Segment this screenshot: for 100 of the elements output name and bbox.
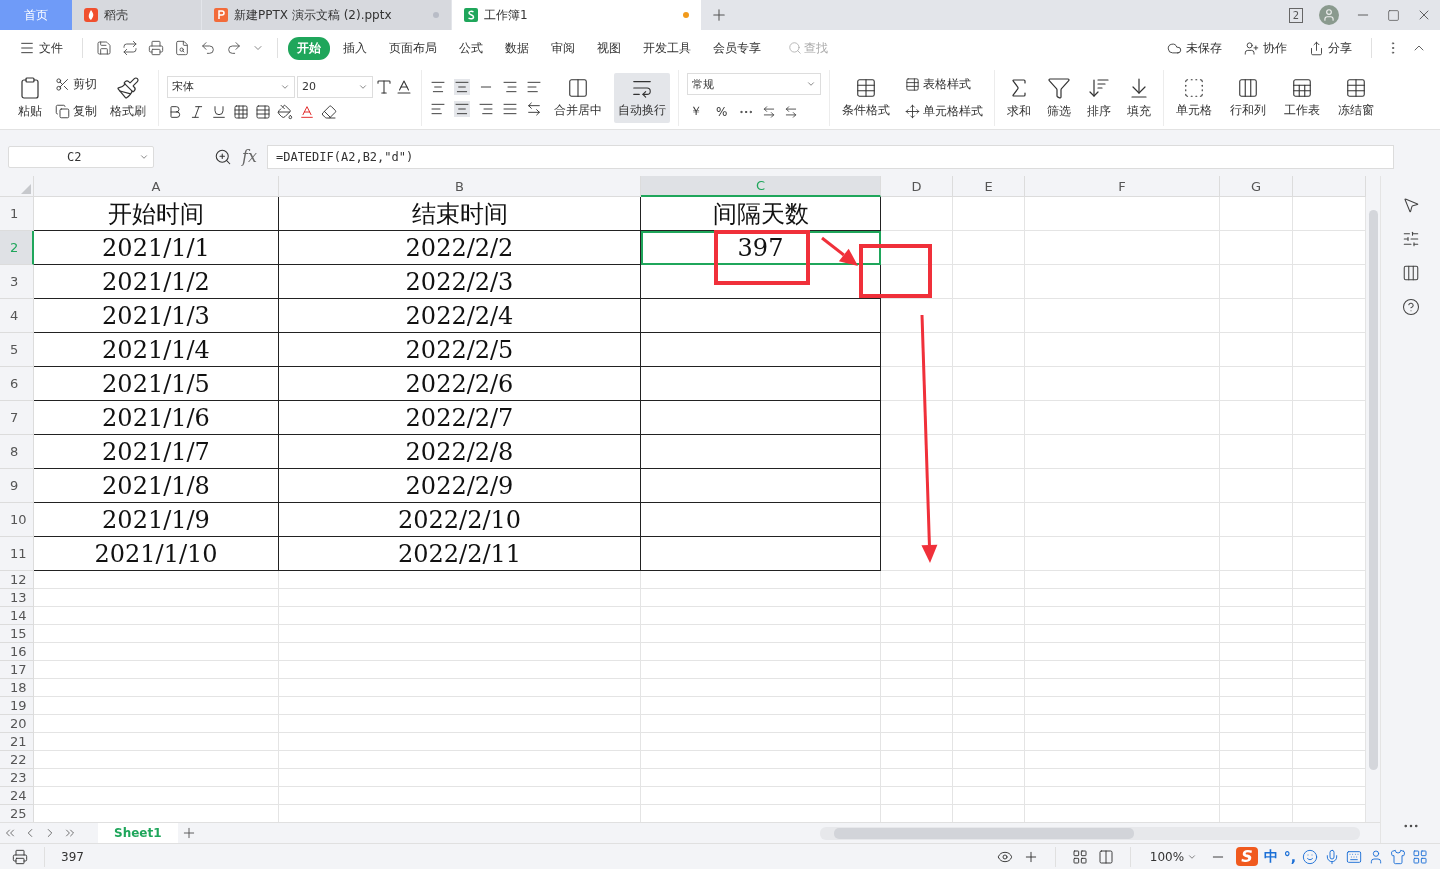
table-cell[interactable] bbox=[641, 333, 881, 367]
align-center-icon[interactable] bbox=[454, 100, 470, 117]
column-header[interactable]: A bbox=[34, 176, 279, 197]
ribbon-tab[interactable]: 会员专享 bbox=[704, 36, 770, 60]
table-cell[interactable]: 2021/1/6 bbox=[34, 401, 279, 435]
row-header[interactable]: 18 bbox=[0, 679, 34, 697]
table-cell[interactable] bbox=[641, 299, 881, 333]
wrap-text-button[interactable]: 自动换行 bbox=[614, 72, 670, 123]
row-header[interactable]: 6 bbox=[0, 367, 34, 401]
row-header[interactable]: 12 bbox=[0, 571, 34, 589]
ribbon-button[interactable]: 排序 bbox=[1083, 71, 1115, 124]
table-cell[interactable] bbox=[641, 367, 881, 401]
table-cell[interactable]: 2021/1/2 bbox=[34, 265, 279, 299]
table-cell[interactable] bbox=[641, 265, 881, 299]
row-header[interactable]: 21 bbox=[0, 733, 34, 751]
percent-button[interactable]: % bbox=[713, 102, 731, 121]
ribbon-button[interactable]: 求和 bbox=[1003, 71, 1035, 124]
merge-center-button[interactable]: 合并居中 bbox=[550, 72, 606, 123]
grow-font-icon[interactable] bbox=[375, 77, 393, 96]
select-all-corner[interactable] bbox=[0, 176, 34, 197]
loop-icon[interactable] bbox=[122, 40, 138, 56]
ribbon-tab[interactable]: 开发工具 bbox=[634, 36, 700, 60]
table-cell[interactable]: 间隔天数 bbox=[641, 197, 881, 231]
page-view-icon[interactable] bbox=[1097, 848, 1114, 865]
row-header[interactable]: 22 bbox=[0, 751, 34, 769]
ime-punctuation[interactable]: °, bbox=[1283, 848, 1296, 865]
preview-icon[interactable] bbox=[174, 40, 190, 56]
column-header[interactable]: E bbox=[953, 176, 1025, 197]
font-name-select[interactable]: 宋体 bbox=[167, 75, 295, 98]
table-cell[interactable]: 2021/1/5 bbox=[34, 367, 279, 401]
row-header[interactable]: 13 bbox=[0, 589, 34, 607]
row-header[interactable]: 14 bbox=[0, 607, 34, 625]
table-cell[interactable]: 2022/2/7 bbox=[279, 401, 641, 435]
distribute-icon[interactable] bbox=[526, 100, 542, 117]
column-header[interactable]: D bbox=[881, 176, 953, 197]
table-cell[interactable]: 2021/1/9 bbox=[34, 503, 279, 537]
window-tab[interactable]: 稻壳 bbox=[72, 0, 202, 30]
pointer-icon[interactable] bbox=[1401, 196, 1420, 214]
ribbon-tab[interactable]: 页面布局 bbox=[380, 36, 446, 60]
eraser-icon[interactable] bbox=[321, 103, 337, 120]
row-header[interactable]: 4 bbox=[0, 299, 34, 333]
cell-style-button[interactable]: 单元格样式 bbox=[902, 100, 986, 122]
table-cell[interactable]: 2022/2/8 bbox=[279, 435, 641, 469]
smile-icon[interactable] bbox=[1302, 848, 1318, 865]
row-header[interactable]: 16 bbox=[0, 643, 34, 661]
ribbon-button[interactable]: 冻结窗 bbox=[1334, 72, 1378, 123]
table-cell[interactable]: 2021/1/10 bbox=[34, 537, 279, 571]
ribbon-button[interactable]: 工作表 bbox=[1280, 72, 1324, 123]
ribbon-button[interactable]: 填充 bbox=[1123, 71, 1155, 124]
ribbon-tab[interactable]: 公式 bbox=[450, 36, 492, 60]
grid-icon[interactable] bbox=[1412, 848, 1428, 865]
avatar[interactable] bbox=[1319, 5, 1339, 25]
toolbar-link[interactable]: 未保存 bbox=[1158, 36, 1231, 60]
table-cell[interactable] bbox=[641, 401, 881, 435]
table-cell[interactable]: 2021/1/1 bbox=[34, 231, 279, 265]
restore-icon[interactable] bbox=[1387, 8, 1400, 22]
table-cell[interactable]: 2022/2/2 bbox=[279, 231, 641, 265]
window-tab[interactable]: 工作簿1 bbox=[452, 0, 702, 30]
font-color-icon[interactable] bbox=[299, 103, 315, 120]
row-header[interactable]: 11 bbox=[0, 537, 34, 571]
column-header[interactable]: F bbox=[1025, 176, 1220, 197]
table-style-button[interactable]: 表格样式 bbox=[902, 73, 986, 95]
table-cell[interactable]: 2021/1/7 bbox=[34, 435, 279, 469]
ribbon-button[interactable]: 单元格 bbox=[1172, 72, 1216, 123]
copy-button[interactable]: 复制 bbox=[52, 100, 100, 122]
keyboard-icon[interactable] bbox=[1346, 848, 1362, 865]
ime-mode[interactable]: 中 bbox=[1263, 847, 1278, 866]
font-size-select[interactable]: 20 bbox=[297, 75, 373, 98]
formula-field[interactable]: =DATEDIF(A2,B2,"d") bbox=[266, 144, 1394, 169]
paste-button[interactable]: 粘贴 bbox=[14, 71, 46, 124]
row-header[interactable]: 9 bbox=[0, 469, 34, 503]
row-header[interactable]: 5 bbox=[0, 333, 34, 367]
name-box[interactable]: C2 bbox=[8, 145, 154, 168]
ribbon-button[interactable]: 行和列 bbox=[1226, 72, 1270, 123]
undo-icon[interactable] bbox=[200, 40, 216, 56]
layout-icon[interactable] bbox=[1401, 264, 1420, 282]
ribbon-tab[interactable]: 插入 bbox=[334, 36, 376, 60]
row-header[interactable]: 19 bbox=[0, 697, 34, 715]
bold-icon[interactable] bbox=[167, 103, 183, 120]
table-cell[interactable]: 2022/2/9 bbox=[279, 469, 641, 503]
row-header[interactable]: 8 bbox=[0, 435, 34, 469]
row-header[interactable]: 25 bbox=[0, 805, 34, 822]
toolbar-link[interactable]: 协作 bbox=[1235, 36, 1296, 60]
mic-icon[interactable] bbox=[1324, 848, 1340, 865]
sliders-icon[interactable] bbox=[1401, 230, 1420, 248]
table-cell[interactable]: 开始时间 bbox=[34, 197, 279, 231]
table-cell[interactable] bbox=[641, 503, 881, 537]
column-header[interactable]: G bbox=[1220, 176, 1293, 197]
table-cell[interactable] bbox=[641, 469, 881, 503]
shirt-icon[interactable] bbox=[1390, 848, 1406, 865]
align-middle-icon[interactable] bbox=[454, 78, 470, 95]
column-header[interactable] bbox=[1293, 176, 1366, 197]
row-header[interactable]: 15 bbox=[0, 625, 34, 643]
row-header[interactable]: 3 bbox=[0, 265, 34, 299]
row-header[interactable]: 24 bbox=[0, 787, 34, 805]
number-format-select[interactable]: 常规 bbox=[687, 73, 821, 95]
zoom-select[interactable]: 100% bbox=[1146, 847, 1201, 866]
fill-color-icon[interactable] bbox=[277, 103, 293, 120]
table-cell[interactable]: 2022/2/4 bbox=[279, 299, 641, 333]
borders-icon[interactable] bbox=[233, 103, 249, 120]
